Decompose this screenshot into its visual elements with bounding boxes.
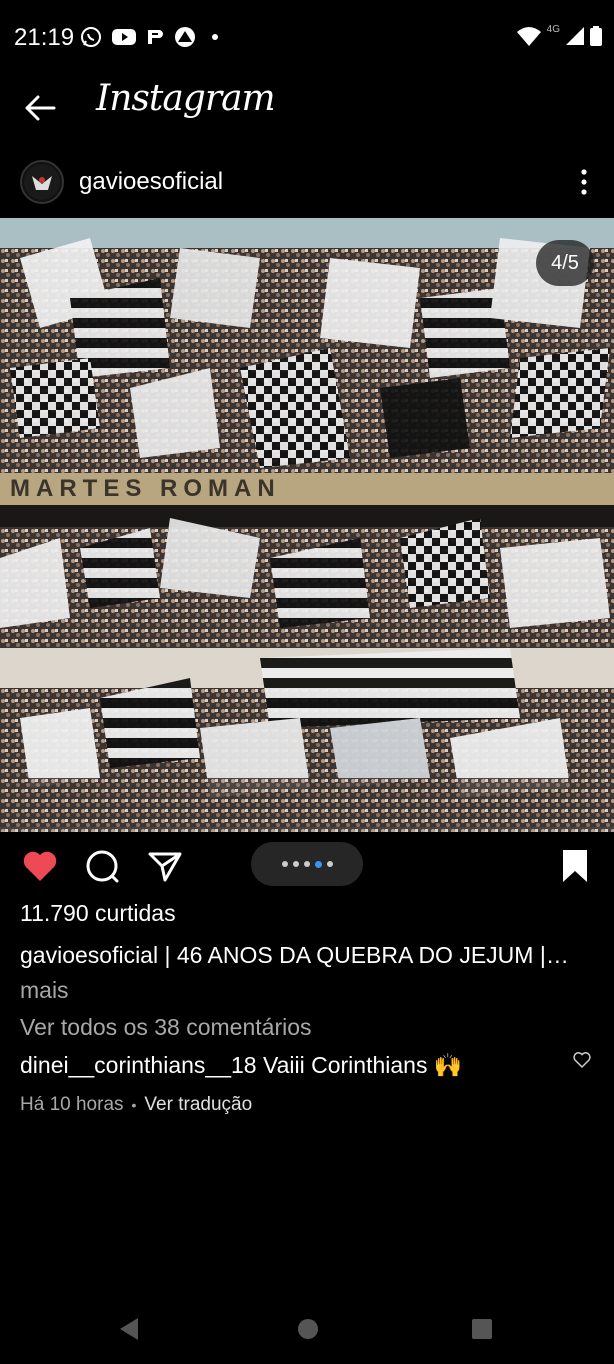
bookmark-filled-icon[interactable]: [555, 846, 595, 886]
signal-icon: [566, 27, 584, 45]
svg-text:MARTES ROMAN: MARTES ROMAN: [10, 475, 281, 502]
carousel-dot: [281, 861, 288, 867]
nav-back-icon[interactable]: [118, 1316, 142, 1342]
dot-icon: [212, 34, 218, 40]
stadium-crowd-image: MARTES ROMAN: [0, 218, 614, 832]
network-label: 4G: [546, 24, 560, 35]
post-header: gavioesoficial: [0, 150, 614, 216]
carousel-dot-active: [314, 860, 322, 868]
paramount-icon: [175, 27, 195, 47]
system-nav-bar: [0, 1300, 614, 1364]
app-bar: Instagram: [0, 76, 614, 140]
youtube-icon: [112, 29, 136, 45]
comment-text: Vaiii Corinthians 🙌: [256, 1052, 463, 1078]
notification-icons: [80, 26, 218, 48]
p-app-icon: [148, 30, 163, 44]
wifi-icon: [516, 27, 541, 46]
status-bar: 21:19 4G: [0, 0, 614, 76]
top-comment: dinei__corinthians__18 Vaiii Corinthians…: [20, 1052, 560, 1079]
comment-username[interactable]: dinei__corinthians__18: [20, 1052, 257, 1078]
comment-like-icon[interactable]: [572, 1050, 592, 1070]
heart-filled-icon[interactable]: [20, 846, 60, 886]
caption-username[interactable]: gavioesoficial: [20, 942, 158, 968]
eagle-logo-icon: [24, 164, 60, 200]
separator-dot: •: [131, 1097, 137, 1113]
comment-icon[interactable]: [82, 846, 122, 886]
share-icon[interactable]: [145, 846, 185, 886]
caption-text: | 46 ANOS DA QUEBRA DO JEJUM |…: [158, 942, 569, 968]
carousel-indicator: [251, 842, 363, 886]
post-actions: [0, 838, 614, 894]
system-icons: 4G: [516, 24, 602, 46]
post-photo[interactable]: MARTES ROMAN 4/5: [0, 218, 614, 832]
whatsapp-icon: [81, 27, 101, 47]
app-title: Instagram: [96, 78, 276, 119]
more-options-icon[interactable]: [574, 166, 594, 198]
avatar[interactable]: [20, 160, 64, 204]
translate-link[interactable]: Ver tradução: [144, 1094, 252, 1116]
carousel-dot: [292, 861, 299, 867]
carousel-dot: [326, 861, 333, 867]
carousel-counter: 4/5: [536, 240, 594, 286]
carousel-dot: [303, 861, 310, 867]
post-username[interactable]: gavioesoficial: [79, 168, 223, 196]
caption-more-link[interactable]: mais: [20, 973, 580, 1008]
post-meta: Há 10 horas • Ver tradução: [20, 1094, 252, 1116]
nav-home-icon[interactable]: [296, 1316, 320, 1342]
view-all-comments-link[interactable]: Ver todos os 38 comentários: [20, 1014, 312, 1041]
likes-count[interactable]: 11.790 curtidas: [20, 900, 176, 927]
arrow-left-icon[interactable]: [20, 88, 60, 128]
post-time: Há 10 horas: [20, 1094, 124, 1115]
post-caption[interactable]: gavioesoficial | 46 ANOS DA QUEBRA DO JE…: [20, 938, 580, 1008]
nav-recents-icon[interactable]: [470, 1316, 494, 1342]
status-time: 21:19: [14, 24, 75, 51]
battery-icon: [590, 26, 602, 46]
